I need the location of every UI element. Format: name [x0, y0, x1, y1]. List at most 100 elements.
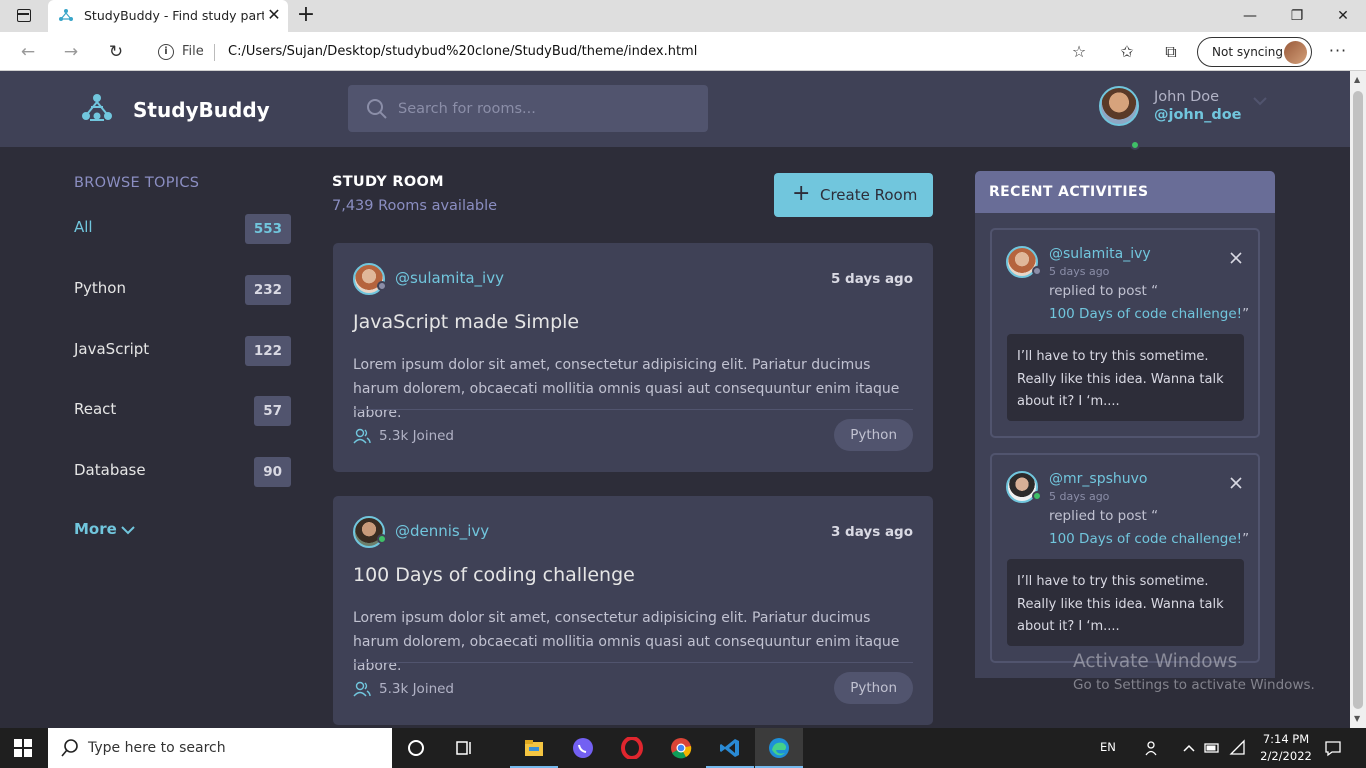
topic-count: 57: [254, 396, 291, 426]
brand-name[interactable]: StudyBuddy: [133, 98, 270, 122]
topic-count: 553: [244, 214, 291, 244]
close-icon[interactable]: [1228, 475, 1244, 491]
create-room-button[interactable]: + Create Room: [774, 173, 933, 217]
search-input[interactable]: [398, 85, 698, 132]
search-icon: [367, 99, 387, 119]
collections-icon[interactable]: ⧉: [1159, 40, 1183, 64]
room-host-link[interactable]: @sulamita_ivy: [395, 269, 504, 287]
activity-action: replied to post “: [1049, 283, 1159, 299]
topic-label[interactable]: All: [74, 218, 93, 236]
file-label: File: [182, 44, 204, 59]
new-tab-icon[interactable]: +: [294, 4, 318, 28]
topic-label[interactable]: React: [74, 400, 116, 418]
wifi-icon[interactable]: [1229, 739, 1247, 757]
post-quote: ”: [1242, 306, 1250, 322]
url-text[interactable]: C:/Users/Sujan/Desktop/studybud%20clone/…: [228, 44, 697, 59]
activity-user-link[interactable]: @mr_spshuvo: [1049, 471, 1147, 487]
chrome-icon[interactable]: [657, 728, 705, 768]
topic-javascript[interactable]: JavaScript 122: [74, 336, 291, 366]
page-title: STUDY ROOM: [332, 174, 444, 190]
windows-start-icon[interactable]: [14, 739, 32, 757]
activity-user-link[interactable]: @sulamita_ivy: [1049, 246, 1151, 262]
app-header: StudyBuddy John Doe @john_doe: [0, 71, 1350, 150]
url-field[interactable]: i File C:/Users/Sujan/Desktop/studybud%2…: [144, 37, 1100, 67]
topic-database[interactable]: Database 90: [74, 457, 291, 487]
notifications-icon[interactable]: [1324, 739, 1342, 757]
back-icon[interactable]: ←: [15, 39, 41, 65]
edge-icon[interactable]: [755, 728, 803, 768]
scroll-thumb[interactable]: [1353, 91, 1363, 709]
room-time: 5 days ago: [830, 271, 913, 287]
studybuddy-logo-icon[interactable]: [80, 92, 114, 126]
user-name[interactable]: John Doe: [1154, 89, 1219, 105]
post-title[interactable]: 100 Days of code challenge!: [1049, 306, 1242, 322]
room-host-link[interactable]: @dennis_ivy: [395, 522, 489, 540]
post-title[interactable]: 100 Days of code challenge!: [1049, 531, 1242, 547]
user-avatar[interactable]: [1099, 86, 1139, 126]
room-card[interactable]: @dennis_ivy 3 days ago 100 Days of codin…: [333, 496, 933, 725]
file-explorer-icon[interactable]: [510, 728, 558, 768]
activity-time: 5 days ago: [1049, 490, 1110, 503]
recent-activities-panel: RECENT ACTIVITIES @sulamita_ivy 5 days a…: [975, 171, 1275, 678]
viber-icon[interactable]: [559, 728, 607, 768]
language-indicator[interactable]: EN: [1100, 740, 1116, 754]
chevron-up-icon[interactable]: [1180, 739, 1198, 757]
post-quote: ”: [1242, 531, 1250, 547]
clock-time[interactable]: 7:14 PM: [1260, 732, 1312, 746]
room-card[interactable]: @sulamita_ivy 5 days ago JavaScript made…: [333, 243, 933, 472]
opera-icon[interactable]: [608, 728, 656, 768]
profile-sync-button[interactable]: Not syncing: [1197, 37, 1312, 67]
user-handle[interactable]: @john_doe: [1154, 107, 1242, 123]
clock-date[interactable]: 2/2/2022: [1258, 749, 1314, 763]
people-icon[interactable]: [1144, 739, 1162, 757]
topic-react[interactable]: React 57: [74, 396, 291, 426]
browser-tab[interactable]: StudyBuddy - Find study partners ✕: [48, 0, 288, 32]
topic-label[interactable]: Python: [74, 279, 126, 297]
close-icon[interactable]: [1228, 250, 1244, 266]
tab-close-icon[interactable]: ✕: [264, 5, 284, 25]
info-icon[interactable]: i: [158, 44, 174, 60]
room-description: Lorem ipsum dolor sit amet, consectetur …: [353, 357, 900, 421]
topic-python[interactable]: Python 232: [74, 275, 291, 305]
activity-reply: I’ll have to try this sometime. Really l…: [1007, 334, 1244, 421]
room-search[interactable]: [348, 85, 708, 132]
minimize-icon[interactable]: —: [1236, 4, 1264, 28]
chevron-down-icon[interactable]: [1252, 95, 1268, 107]
scroll-down-icon[interactable]: ▼: [1354, 714, 1360, 723]
topic-tag[interactable]: Python: [834, 419, 913, 451]
vscode-icon[interactable]: [706, 728, 754, 768]
window-close-icon[interactable]: ✕: [1329, 4, 1357, 28]
topic-label[interactable]: Database: [74, 461, 146, 479]
tab-actions-icon[interactable]: [10, 6, 38, 26]
activity-post-link[interactable]: 100 Days of code challenge!”: [1049, 306, 1249, 322]
room-title[interactable]: JavaScript made Simple: [353, 311, 579, 333]
topic-label[interactable]: JavaScript: [74, 340, 149, 358]
refresh-icon[interactable]: ↻: [103, 39, 129, 65]
search-icon: [61, 739, 78, 757]
scroll-up-icon[interactable]: ▲: [1354, 75, 1360, 84]
browser-menu-icon[interactable]: ···: [1326, 40, 1350, 64]
rooms-count: 7,439 Rooms available: [332, 198, 498, 214]
room-title[interactable]: 100 Days of coding challenge: [353, 564, 635, 586]
topic-all[interactable]: All 553: [74, 214, 291, 244]
activity-card: @mr_spshuvo 5 days ago replied to post “…: [990, 453, 1260, 663]
joined-count: 5.3k Joined: [379, 681, 455, 697]
topic-count: 232: [244, 275, 291, 305]
restore-icon[interactable]: ❐: [1283, 4, 1311, 28]
cortana-icon[interactable]: [392, 728, 440, 768]
taskbar-search[interactable]: Type here to search: [48, 728, 392, 768]
add-favorite-icon[interactable]: ☆: [1067, 40, 1091, 64]
studybuddy-favicon-icon: [59, 9, 73, 21]
favorites-icon[interactable]: ✩: [1115, 40, 1139, 64]
topic-tag[interactable]: Python: [834, 672, 913, 704]
user-online-indicator: [1130, 140, 1140, 150]
page-scrollbar[interactable]: ▲ ▼: [1350, 71, 1366, 728]
forward-icon[interactable]: →: [58, 39, 84, 65]
chevron-down-icon[interactable]: [120, 524, 136, 536]
more-topics-link[interactable]: More: [74, 520, 117, 538]
battery-icon[interactable]: [1203, 739, 1221, 757]
browse-topics-heading: BROWSE TOPICS: [74, 175, 200, 191]
task-view-icon[interactable]: [440, 728, 488, 768]
url-divider: [214, 44, 215, 61]
activity-post-link[interactable]: 100 Days of code challenge!”: [1049, 531, 1249, 547]
